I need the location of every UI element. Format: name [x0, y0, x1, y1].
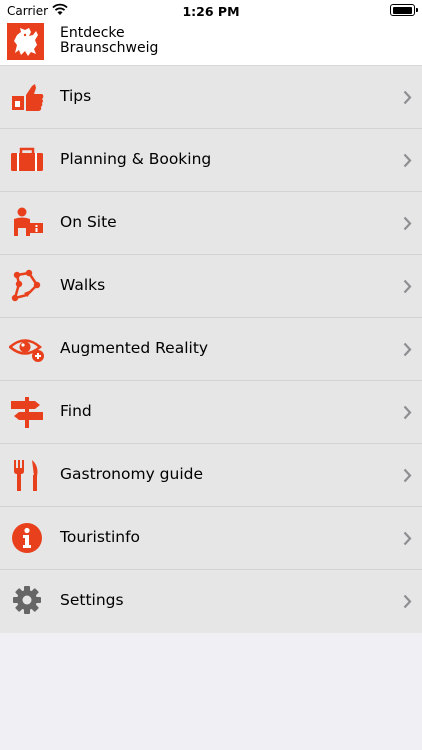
menu-item-planning-booking[interactable]: Planning & Booking — [0, 129, 422, 192]
menu-item-find[interactable]: Find — [0, 381, 422, 444]
menu-item-tips[interactable]: Tips — [0, 66, 422, 129]
menu-label-find: Find — [60, 402, 92, 420]
chevron-right-icon — [403, 594, 412, 609]
menu-label-settings: Settings — [60, 591, 124, 609]
menu-label-touristinfo: Touristinfo — [60, 528, 141, 546]
chevron-right-icon — [403, 279, 412, 294]
menu-item-walks[interactable]: Walks — [0, 255, 422, 318]
fork-knife-icon — [14, 460, 38, 491]
suitcase-icon — [11, 147, 43, 171]
chevron-right-icon — [403, 468, 412, 483]
signpost-icon — [11, 397, 43, 428]
menu-label-planning-booking: Planning & Booking — [60, 150, 212, 168]
menu-label-walks: Walks — [60, 276, 106, 294]
menu-label-on-site: On Site — [60, 213, 117, 231]
app-title: Entdecke Braunschweig — [60, 26, 158, 56]
info-person-icon — [14, 207, 43, 236]
status-time: 1:26 PM — [182, 4, 240, 19]
main-menu: Tips Planning & Booking On Site Walks Au… — [0, 66, 422, 633]
status-bar: Carrier 1:26 PM — [0, 0, 422, 22]
menu-label-augmented-reality: Augmented Reality — [60, 339, 209, 357]
thumbs-up-icon — [12, 84, 44, 111]
menu-item-settings[interactable]: Settings — [0, 570, 422, 633]
chevron-right-icon — [403, 342, 412, 357]
menu-item-touristinfo[interactable]: Touristinfo — [0, 507, 422, 570]
eye-plus-icon — [9, 339, 44, 362]
header-bar: Entdecke Braunschweig — [0, 22, 422, 66]
chevron-right-icon — [403, 90, 412, 105]
route-icon — [11, 269, 41, 302]
braunschweig-lion-logo — [7, 23, 44, 60]
chevron-right-icon — [403, 216, 412, 231]
battery-icon — [390, 4, 418, 16]
gear-icon — [13, 586, 41, 614]
menu-item-gastronomy-guide[interactable]: Gastronomy guide — [0, 444, 422, 507]
chevron-right-icon — [403, 153, 412, 168]
menu-label-gastronomy-guide: Gastronomy guide — [60, 465, 204, 483]
menu-item-on-site[interactable]: On Site — [0, 192, 422, 255]
chevron-right-icon — [403, 531, 412, 546]
menu-label-tips: Tips — [60, 87, 92, 105]
app-title-line2: Braunschweig — [60, 40, 159, 56]
info-circle-icon — [12, 523, 42, 553]
app-title-line1: Entdecke — [60, 25, 125, 41]
chevron-right-icon — [403, 405, 412, 420]
menu-item-augmented-reality[interactable]: Augmented Reality — [0, 318, 422, 381]
